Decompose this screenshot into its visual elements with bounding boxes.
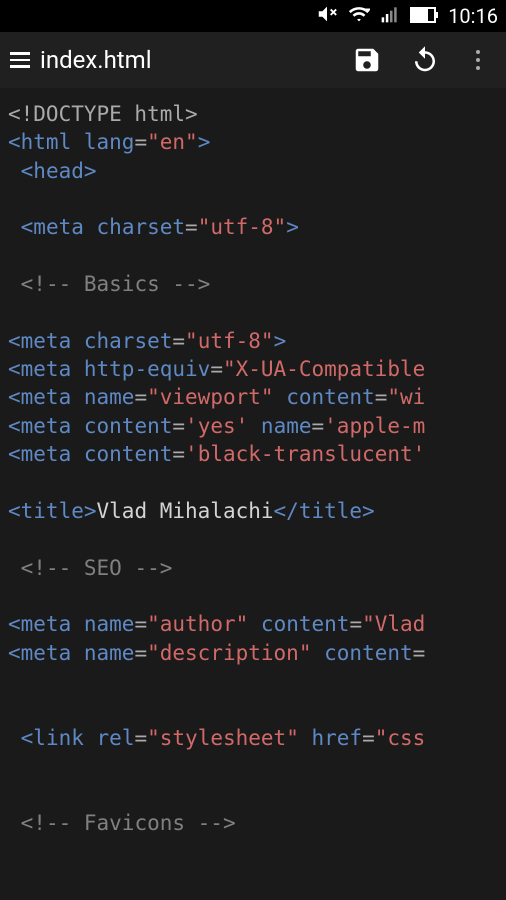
save-button[interactable] xyxy=(352,45,382,75)
app-bar: index.html xyxy=(0,32,506,88)
volume-mute-icon xyxy=(316,3,338,30)
undo-button[interactable] xyxy=(410,45,440,75)
status-bar: 10:16 xyxy=(0,0,506,32)
code-editor[interactable]: <!DOCTYPE html><html lang="en"> <head> <… xyxy=(0,88,506,900)
clock-time: 10:16 xyxy=(448,4,498,28)
overflow-menu-button[interactable] xyxy=(468,45,488,75)
file-name-title: index.html xyxy=(40,46,352,74)
battery-icon xyxy=(410,4,438,28)
menu-button[interactable] xyxy=(10,52,30,68)
app-bar-actions xyxy=(352,45,496,75)
wifi-icon xyxy=(348,3,370,30)
signal-icon xyxy=(380,4,400,29)
